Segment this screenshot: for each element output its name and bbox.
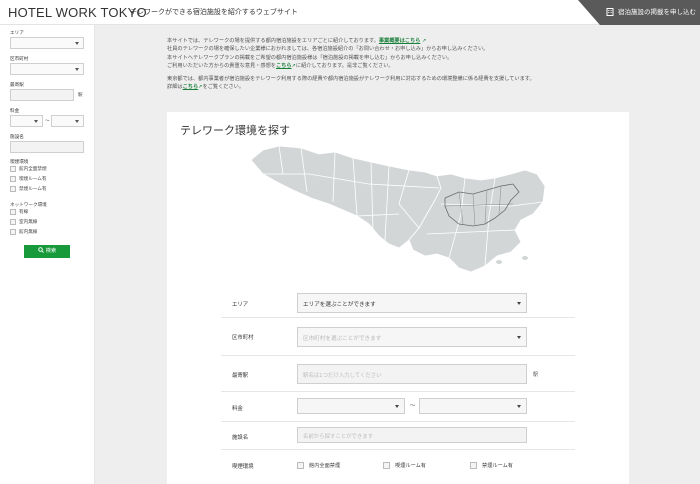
sidebar-city-label: 区市町村 [10, 57, 29, 62]
area-label: エリア [232, 302, 249, 308]
price-label: 料金 [232, 406, 243, 412]
sidebar-price-max-select[interactable] [51, 115, 84, 127]
price-min-select[interactable] [297, 398, 405, 414]
facility-row: 施設名 名前から探すことができます [221, 422, 575, 450]
chevron-down-icon [34, 120, 38, 123]
sidebar-search: エリア 区市町村 最寄駅 駅 料金 〜 施設名 喫煙環境 館内全面禁煙 喫煙ルー… [0, 25, 95, 484]
facility-label: 施設名 [232, 435, 249, 441]
feedback-link[interactable]: こちら [276, 63, 292, 69]
station-suffix: 駅 [533, 372, 539, 378]
subsidy-details-link[interactable]: こちら [183, 84, 199, 90]
intro-line-6: 詳細は [167, 84, 183, 91]
sidebar-area-select[interactable] [10, 37, 84, 49]
site-tagline: テレワークができる宿泊施設を紹介するウェブサイト [130, 8, 298, 16]
intro-text: 本サイトでは、テレワークの場を提供する都内宿泊施設をエリアごとに紹介しております… [167, 37, 647, 91]
sidebar-area-label: エリア [10, 31, 24, 36]
area-row: エリア エリアを選ぶことができます [221, 288, 575, 318]
city-select-placeholder: 区市町村を選ぶことができます [303, 336, 382, 342]
area-select[interactable]: エリアを選ぶことができます [297, 293, 527, 313]
sidebar-env-option-2: 喫煙ルーム有 [19, 177, 47, 182]
sidebar-net-option-3: 館内無線 [19, 230, 38, 235]
tokyo-map[interactable] [249, 144, 549, 274]
env-option-3: 禁煙ルーム有 [482, 463, 513, 469]
station-row: 最寄駅 駅名は1つだけ入力してください 駅 [221, 356, 575, 392]
building-icon [606, 8, 614, 16]
intro-line-4: ご利用いただいた方からの貴重な意見・感想を [167, 63, 276, 70]
facility-input-placeholder: 名前から探すことができます [303, 434, 374, 440]
search-title: テレワーク環境を探す [180, 124, 290, 137]
intro-line-1: 本サイトでは、テレワークの場を提供する都内宿泊施設をエリアごとに紹介しております… [167, 38, 379, 44]
sidebar-station-label: 最寄駅 [10, 83, 24, 88]
sidebar-station-suffix: 駅 [78, 93, 83, 98]
sidebar-price-label: 料金 [10, 109, 20, 114]
external-link-icon: ↗ [420, 38, 427, 44]
chevron-down-icon [517, 405, 521, 408]
env-checkbox-2[interactable] [383, 462, 390, 469]
station-input[interactable]: 駅名は1つだけ入力してください [297, 364, 527, 384]
apply-listing-label: 宿泊施設の掲載を申し込む [618, 8, 696, 16]
sidebar-net-option-1: 有線 [19, 210, 29, 215]
station-input-placeholder: 駅名は1つだけ入力してください [303, 373, 382, 379]
env-label: 喫煙環境 [232, 464, 254, 470]
site-logo[interactable]: HOTEL WORK TOKYO [8, 6, 147, 19]
main-content: 本サイトでは、テレワークの場を提供する都内宿泊施設をエリアごとに紹介しております… [95, 25, 700, 484]
site-header: HOTEL WORK TOKYO テレワークができる宿泊施設を紹介するウェブサイ… [0, 0, 700, 25]
sidebar-station-input[interactable] [10, 89, 74, 101]
chevron-down-icon [75, 42, 79, 45]
sidebar-net-checkbox-3[interactable] [10, 229, 16, 235]
intro-line-6-post: をご覧ください。 [202, 84, 245, 91]
city-label: 区市町村 [232, 335, 254, 341]
sidebar-price-min-select[interactable] [10, 115, 43, 127]
city-row: 区市町村 区市町村を選ぶことができます [221, 318, 575, 356]
chevron-down-icon [517, 336, 521, 339]
area-select-value: エリアを選ぶことができます [303, 302, 376, 308]
sidebar-net-checkbox-2[interactable] [10, 219, 16, 225]
facility-input[interactable]: 名前から探すことができます [297, 427, 527, 443]
sidebar-city-select[interactable] [10, 63, 84, 75]
sidebar-env-option-3: 禁煙ルーム有 [19, 187, 47, 192]
apply-listing-button[interactable]: 宿泊施設の掲載を申し込む [578, 0, 700, 25]
env-row: 喫煙環境 館内全面禁煙 喫煙ルーム有 禁煙ルーム有 [221, 450, 575, 480]
env-checkbox-1[interactable] [297, 462, 304, 469]
sidebar-search-button[interactable]: 検索 [24, 245, 70, 258]
tokyo-map-west [250, 145, 442, 249]
search-icon [38, 246, 44, 253]
intro-line-3: 本サイトへテレワークプランの掲載をご希望の都内宿泊施設様は「宿泊施設の掲載を申し… [167, 54, 453, 61]
sidebar-facility-label: 施設名 [10, 135, 24, 140]
sidebar-facility-input[interactable] [10, 141, 84, 153]
search-card: テレワーク環境を探す エリア エリアを選ぶことができます 区市町村 区市町村を選… [167, 112, 629, 484]
sidebar-net-label: ネットワーク環境 [10, 203, 47, 208]
env-option-2: 喫煙ルーム有 [395, 463, 426, 469]
chevron-down-icon [75, 68, 79, 71]
chevron-down-icon [75, 120, 79, 123]
sidebar-net-checkbox-1[interactable] [10, 209, 16, 215]
sidebar-env-checkbox-3[interactable] [10, 186, 16, 192]
sidebar-search-label: 検索 [45, 248, 57, 254]
sidebar-env-checkbox-1[interactable] [10, 166, 16, 172]
intro-line-2: 社員のテレワークの場を確保したい企業様におかれましては、各宿泊施設紹介の「お問い… [167, 46, 489, 53]
intro-line-4-post: に紹介しております。是非ご覧ください。 [295, 63, 394, 70]
price-max-select[interactable] [419, 398, 527, 414]
sidebar-env-label: 喫煙環境 [10, 160, 29, 165]
sidebar-env-checkbox-2[interactable] [10, 176, 16, 182]
chevron-down-icon [517, 302, 521, 305]
env-checkbox-3[interactable] [470, 462, 477, 469]
price-sep: 〜 [410, 403, 416, 409]
station-label: 最寄駅 [232, 373, 249, 379]
business-overview-link[interactable]: 事業概要はこちら [379, 38, 421, 44]
chevron-down-icon [395, 405, 399, 408]
env-option-1: 館内全面禁煙 [309, 463, 341, 469]
intro-line-5: 東京都では、都内事業者が宿泊施設をテレワーク利用する際の経費や都内宿泊施設がテレ… [167, 75, 535, 82]
sidebar-price-sep: 〜 [45, 119, 50, 124]
sidebar-net-option-2: 室内無線 [19, 220, 38, 225]
city-select[interactable]: 区市町村を選ぶことができます [297, 327, 527, 347]
price-row: 料金 〜 [221, 392, 575, 422]
sidebar-env-option-1: 館内全面禁煙 [19, 167, 47, 172]
